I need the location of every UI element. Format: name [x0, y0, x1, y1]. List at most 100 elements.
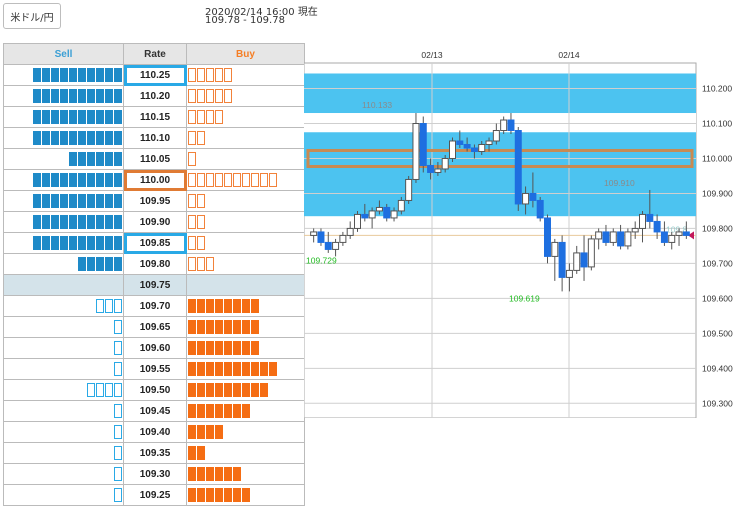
order-book-row: 110.05 [3, 148, 305, 170]
sell-depth-cell [3, 421, 124, 443]
candle-body [529, 192, 537, 201]
candle-body [456, 140, 464, 145]
order-book-row: 109.40 [3, 421, 305, 443]
price-annotation: 109.910 [604, 178, 635, 188]
buy-depth-cell [186, 85, 305, 107]
candle-body [573, 252, 581, 271]
candle-body [463, 143, 471, 149]
rate-cell: 109.30 [123, 463, 187, 485]
order-book-row: 110.00 [3, 169, 305, 191]
candle-body [660, 231, 668, 243]
candle-body [470, 147, 478, 152]
order-book-row: 109.75 [3, 274, 305, 296]
sell-depth-cell [3, 379, 124, 401]
candle-body [427, 164, 435, 173]
buy-depth-cell [186, 358, 305, 380]
order-band [304, 73, 696, 217]
buy-depth-cell [186, 211, 305, 233]
order-book-row: 109.95 [3, 190, 305, 212]
buy-header: Buy [186, 43, 305, 65]
candle-body [317, 231, 325, 243]
sell-depth-cell [3, 148, 124, 170]
candle-body [536, 199, 544, 219]
sell-depth-cell [3, 484, 124, 506]
sell-depth-cell [3, 274, 124, 296]
order-book-row: 109.90 [3, 211, 305, 233]
buy-depth-cell [186, 400, 305, 422]
candle-body [595, 231, 603, 240]
price-range: 109.78 - 109.78 [205, 15, 285, 26]
candle-body [624, 231, 632, 247]
candle-body [522, 192, 530, 205]
buy-depth-cell [186, 64, 305, 86]
buy-depth-cell [186, 421, 305, 443]
candle-body [565, 269, 573, 278]
candle-body [397, 199, 405, 212]
candle-body [602, 231, 610, 243]
sell-depth-cell [3, 127, 124, 149]
sell-depth-cell [3, 295, 124, 317]
candle-body [332, 241, 340, 250]
candle-body [449, 140, 456, 159]
buy-depth-cell [186, 337, 305, 359]
candle-body [354, 213, 361, 229]
candle-body [609, 231, 617, 243]
candle-body [558, 241, 566, 278]
y-tick-label: 109.600 [702, 293, 733, 303]
price-annotation: 109.729 [306, 255, 337, 265]
x-tick-label: 02/14 [558, 50, 580, 60]
rate-cell: 109.35 [123, 442, 187, 464]
buy-depth-cell [186, 463, 305, 485]
candle-body [492, 130, 500, 142]
rate-cell: 109.85 [123, 232, 187, 254]
rate-cell: 109.70 [123, 295, 187, 317]
currency-pair-button[interactable]: 米ドル/円 [3, 3, 61, 29]
y-tick-label: 110.200 [702, 84, 732, 94]
sell-depth-cell [3, 316, 124, 338]
candle-body [500, 119, 508, 132]
candle-body [405, 178, 413, 201]
candle-body [412, 123, 420, 180]
candle-body [580, 252, 588, 268]
candle-body [485, 140, 493, 145]
rate-cell: 109.40 [123, 421, 187, 443]
rate-cell: 110.15 [123, 106, 187, 128]
sell-depth-cell [3, 211, 124, 233]
order-book-row: 109.25 [3, 484, 305, 506]
candle-body [383, 206, 391, 219]
y-tick-label: 109.400 [702, 363, 733, 373]
price-chart: 110.200 110.100 110.000 109.900 109.800 109.7… [304, 50, 733, 418]
rate-cell: 109.50 [123, 379, 187, 401]
sell-depth-cell [3, 232, 124, 254]
candle-body [617, 231, 625, 247]
rate-cell: 110.10 [123, 127, 187, 149]
candle-body [653, 220, 661, 233]
buy-depth-cell [186, 169, 305, 191]
candle-body [346, 227, 354, 236]
order-book-row: 110.15 [3, 106, 305, 128]
x-tick-label: 02/13 [421, 50, 443, 60]
order-book-row: 109.30 [3, 463, 305, 485]
order-book-row: 109.55 [3, 358, 305, 380]
sell-depth-cell [3, 169, 124, 191]
candle-body [631, 227, 639, 233]
price-annotation: 110.133 [362, 100, 392, 110]
sell-depth-cell [3, 190, 124, 212]
sell-depth-cell [3, 106, 124, 128]
candle-body [682, 231, 690, 236]
y-tick-label: 110.000 [702, 153, 732, 163]
price-annotation: 109.619 [509, 294, 540, 304]
rate-cell: 110.25 [123, 64, 187, 86]
candle-body [339, 234, 347, 243]
order-book-row: 109.50 [3, 379, 305, 401]
sell-depth-cell [3, 463, 124, 485]
candle-body [441, 157, 449, 170]
buy-depth-cell [186, 484, 305, 506]
sell-depth-cell [3, 64, 124, 86]
candle-body [668, 234, 676, 243]
rate-cell: 109.55 [123, 358, 187, 380]
candle-body [675, 231, 683, 236]
order-book-row: 109.65 [3, 316, 305, 338]
candle-body [544, 217, 551, 257]
sell-header: Sell [3, 43, 124, 65]
